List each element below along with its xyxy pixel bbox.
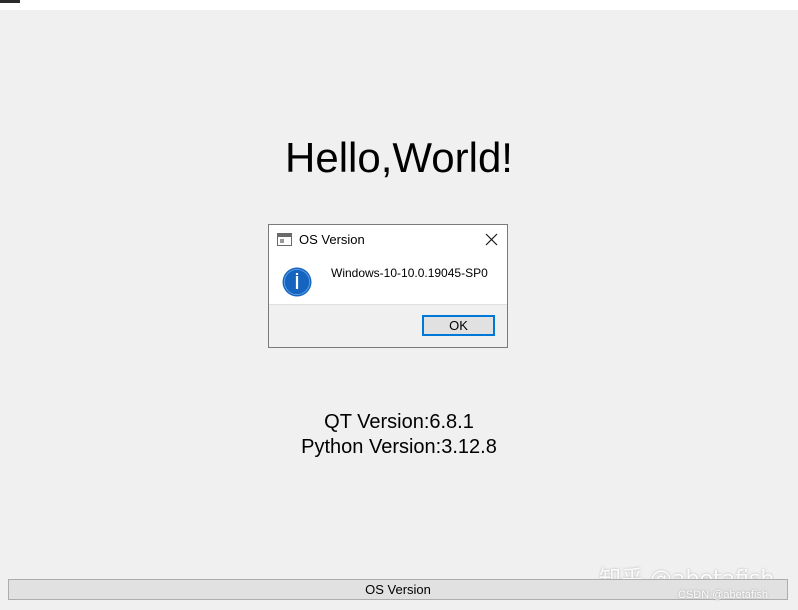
- dialog-title: OS Version: [299, 232, 365, 247]
- close-icon: [485, 233, 497, 246]
- ok-button[interactable]: OK: [422, 315, 495, 336]
- window-top-edge: [0, 0, 798, 10]
- window-corner-mark: [0, 0, 20, 3]
- watermark-csdn: CSDN @abetafish: [678, 589, 769, 601]
- os-version-button[interactable]: OS Version: [8, 579, 788, 600]
- dialog-close-button[interactable]: [479, 230, 503, 250]
- dialog-title-bar[interactable]: OS Version: [269, 225, 507, 255]
- python-version-label: Python Version:3.12.8: [301, 436, 497, 458]
- os-version-dialog: OS Version Windows-10-10.0.19045-SP0 OK: [268, 224, 508, 348]
- info-icon: [282, 267, 312, 297]
- qt-version-label: QT Version:6.8.1: [324, 411, 474, 433]
- window-app-icon: [277, 233, 292, 246]
- dialog-message: Windows-10-10.0.19045-SP0: [331, 266, 488, 280]
- dialog-body: Windows-10-10.0.19045-SP0: [269, 255, 507, 303]
- version-info: QT Version:6.8.1 Python Version:3.12.8: [0, 410, 798, 460]
- dialog-button-row: OK: [269, 304, 507, 347]
- hello-label: Hello,World!: [285, 134, 513, 181]
